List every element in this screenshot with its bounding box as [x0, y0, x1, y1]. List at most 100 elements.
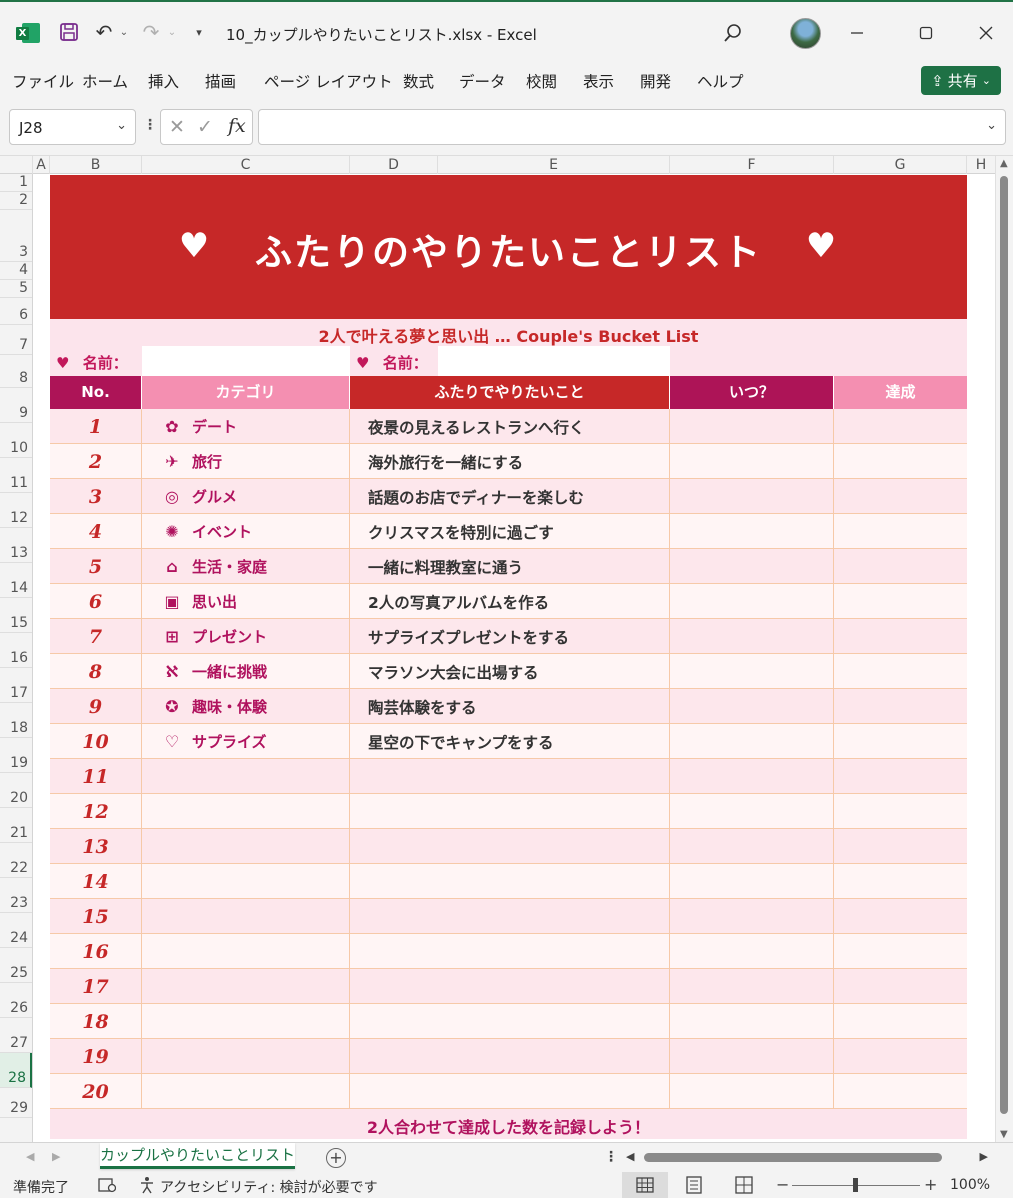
- normal-view-button[interactable]: [622, 1172, 668, 1198]
- cell-when[interactable]: [670, 444, 834, 479]
- zoom-out-icon[interactable]: −: [776, 1175, 789, 1194]
- cell-category[interactable]: [142, 794, 350, 829]
- cell-done[interactable]: [834, 479, 967, 514]
- cell-category[interactable]: ◎ グルメ: [142, 479, 350, 514]
- cell-when[interactable]: [670, 1004, 834, 1039]
- row-header[interactable]: 20: [0, 773, 32, 808]
- cell-no[interactable]: 19: [50, 1039, 142, 1074]
- cell-done[interactable]: [834, 969, 967, 1004]
- column-header-g[interactable]: G: [834, 156, 967, 174]
- scrollbar-thumb[interactable]: [1000, 176, 1008, 1114]
- name-box[interactable]: J28 ⌄: [9, 109, 136, 145]
- chevron-down-icon[interactable]: ⌄: [116, 118, 127, 133]
- cell-when[interactable]: [670, 899, 834, 934]
- zoom-slider-thumb[interactable]: [853, 1178, 858, 1192]
- row-header[interactable]: 18: [0, 703, 32, 738]
- undo-icon[interactable]: ↶: [93, 20, 115, 44]
- cell-no[interactable]: 17: [50, 969, 142, 1004]
- expand-formula-icon[interactable]: ⌄: [986, 118, 997, 133]
- row-header[interactable]: 12: [0, 493, 32, 528]
- row-header[interactable]: 15: [0, 598, 32, 633]
- cell-category[interactable]: [142, 1074, 350, 1109]
- cell-no[interactable]: 11: [50, 759, 142, 794]
- cell-when[interactable]: [670, 479, 834, 514]
- cell-todo[interactable]: [350, 1004, 670, 1039]
- cell-category[interactable]: ⌂ 生活・家庭: [142, 549, 350, 584]
- worksheet-grid[interactable]: A B C D E F G H 1 2 3 4 5 6 7 8 9 10 11 12 13 14 15 16 1…: [0, 156, 1013, 1142]
- add-sheet-icon[interactable]: +: [326, 1148, 346, 1168]
- redo-dropdown-icon[interactable]: ⌄: [166, 24, 178, 40]
- row-header[interactable]: 9: [0, 388, 32, 423]
- cell-done[interactable]: [834, 794, 967, 829]
- cell-todo[interactable]: 話題のお店でディナーを楽しむ: [350, 479, 670, 514]
- row-header[interactable]: 1: [0, 174, 32, 192]
- vertical-scrollbar[interactable]: ▲ ▼: [995, 156, 1013, 1142]
- row-header[interactable]: 6: [0, 298, 32, 325]
- cell-when[interactable]: [670, 584, 834, 619]
- cell-done[interactable]: [834, 689, 967, 724]
- cell-done[interactable]: [834, 934, 967, 969]
- row-header[interactable]: 10: [0, 423, 32, 458]
- cell-when[interactable]: [670, 549, 834, 584]
- cell-when[interactable]: [670, 409, 834, 444]
- cell-no[interactable]: 12: [50, 794, 142, 829]
- cell-no[interactable]: 4: [50, 514, 142, 549]
- column-header-h[interactable]: H: [967, 156, 995, 174]
- cell-no[interactable]: 10: [50, 724, 142, 759]
- tab-formulas[interactable]: 数式: [403, 70, 434, 92]
- cell-done[interactable]: [834, 444, 967, 479]
- row-header[interactable]: 23: [0, 878, 32, 913]
- tab-page-layout[interactable]: ページ レイアウト: [264, 70, 393, 92]
- zoom-level[interactable]: 100%: [950, 1177, 990, 1193]
- formula-input[interactable]: ⌄: [258, 109, 1006, 145]
- avatar[interactable]: [790, 18, 821, 49]
- cell-done[interactable]: [834, 549, 967, 584]
- cell-when[interactable]: [670, 619, 834, 654]
- row-header[interactable]: 11: [0, 458, 32, 493]
- cell-todo[interactable]: 星空の下でキャンプをする: [350, 724, 670, 759]
- cell-no[interactable]: 2: [50, 444, 142, 479]
- cell-todo[interactable]: 陶芸体験をする: [350, 689, 670, 724]
- cell-category[interactable]: [142, 829, 350, 864]
- maximize-icon[interactable]: [915, 22, 937, 44]
- cell-no[interactable]: 6: [50, 584, 142, 619]
- cell-todo[interactable]: クリスマスを特別に過ごす: [350, 514, 670, 549]
- redo-icon[interactable]: ↷: [140, 20, 162, 44]
- cell-todo[interactable]: [350, 969, 670, 1004]
- cell-todo[interactable]: [350, 759, 670, 794]
- cell-todo[interactable]: [350, 829, 670, 864]
- cell-no[interactable]: 5: [50, 549, 142, 584]
- cell-todo[interactable]: [350, 934, 670, 969]
- tab-data[interactable]: データ: [459, 70, 506, 92]
- cell-category[interactable]: [142, 1039, 350, 1074]
- column-header-d[interactable]: D: [350, 156, 438, 174]
- row-header[interactable]: 2: [0, 192, 32, 210]
- column-header-e[interactable]: E: [438, 156, 670, 174]
- zoom-in-icon[interactable]: +: [924, 1175, 937, 1194]
- cell-todo[interactable]: [350, 864, 670, 899]
- row-header[interactable]: 29: [0, 1088, 32, 1118]
- cell-category[interactable]: ℵ 一緒に挑戦: [142, 654, 350, 689]
- tab-home[interactable]: ホーム: [82, 70, 128, 92]
- page-layout-view-icon[interactable]: [684, 1176, 704, 1194]
- cell-no[interactable]: 1: [50, 409, 142, 444]
- accessibility-icon[interactable]: [138, 1176, 158, 1194]
- cell-category[interactable]: [142, 899, 350, 934]
- close-icon[interactable]: [975, 22, 997, 44]
- cell-todo[interactable]: [350, 899, 670, 934]
- tab-draw[interactable]: 描画: [205, 70, 236, 92]
- cell-category[interactable]: ♡ サプライズ: [142, 724, 350, 759]
- search-icon[interactable]: [722, 22, 744, 44]
- cell-todo[interactable]: 一緒に料理教室に通う: [350, 549, 670, 584]
- share-button[interactable]: ⇪ 共有 ⌄: [921, 66, 1001, 95]
- row-header[interactable]: 22: [0, 843, 32, 878]
- cell-todo[interactable]: マラソン大会に出場する: [350, 654, 670, 689]
- cell-when[interactable]: [670, 1039, 834, 1074]
- cell-when[interactable]: [670, 794, 834, 829]
- cell-when[interactable]: [670, 829, 834, 864]
- cell-when[interactable]: [670, 689, 834, 724]
- row-header[interactable]: 4: [0, 262, 32, 280]
- scroll-down-icon[interactable]: ▼: [1000, 1129, 1008, 1140]
- cell-when[interactable]: [670, 759, 834, 794]
- cell-no[interactable]: 20: [50, 1074, 142, 1109]
